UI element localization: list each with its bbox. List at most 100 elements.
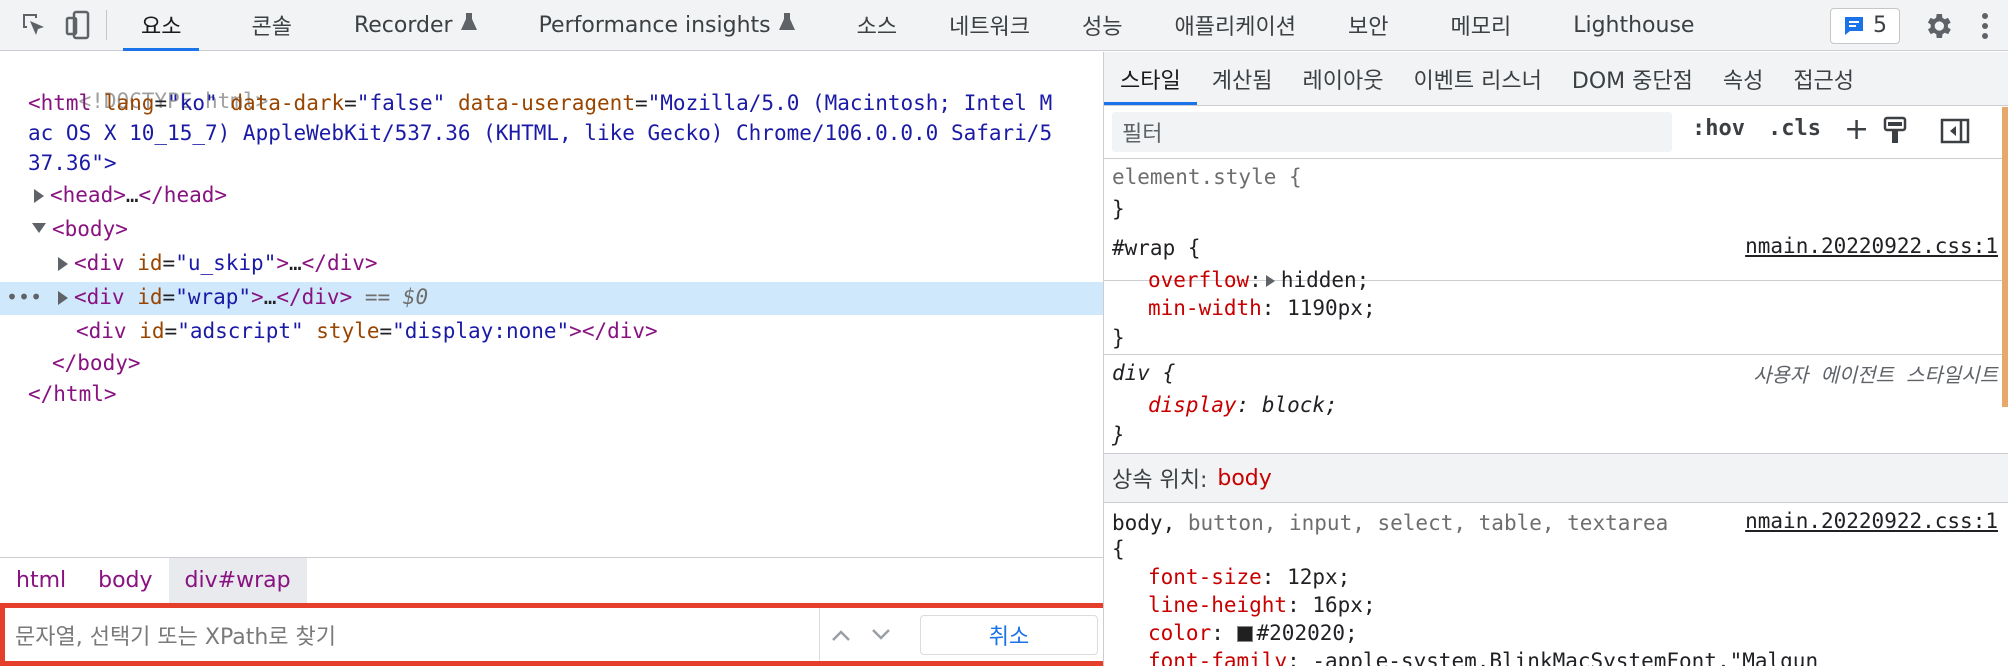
breadcrumb-item[interactable]: body (82, 558, 168, 603)
tab-label: Lighthouse (1573, 12, 1695, 38)
rule-close-brace: } (1112, 326, 1125, 350)
issues-count: 5 (1873, 13, 1887, 38)
div-selector[interactable]: div { (1112, 359, 1175, 387)
tab-label: 요소 (141, 15, 182, 40)
issues-icon (1845, 16, 1863, 35)
tab-1[interactable]: 콘솔 (251, 0, 291, 51)
panel-tabs: 요소 콘솔 Recorder Performance insights 소스 네트워크 성능… (117, 0, 1694, 51)
expand-triangle-icon[interactable] (58, 257, 68, 271)
breadcrumb-item[interactable]: html (0, 558, 82, 603)
body-fontsize-decl[interactable]: font-size: 12px; (1148, 563, 1350, 591)
expand-shorthand-icon[interactable] (1265, 275, 1275, 287)
sidebar-tab-4[interactable]: DOM 중단점 (1557, 52, 1708, 105)
cls-toggle[interactable]: .cls (1768, 116, 1821, 141)
tab-10[interactable]: Lighthouse (1573, 0, 1694, 51)
styles-scrollbar[interactable] (2002, 107, 2008, 407)
dom-node-html[interactable]: <html lang="ko" data-dark="false" data-u… (0, 88, 1103, 121)
tab-label: 콘솔 (251, 15, 292, 40)
tab-6[interactable]: 성능 (1082, 0, 1122, 51)
ua-stylesheet-label: 사용자 에이전트 스타일시트 (1753, 363, 1998, 387)
device-toolbar-icon[interactable] (56, 0, 100, 51)
search-prev-icon[interactable] (823, 618, 859, 652)
color-format-icon[interactable] (1882, 116, 1908, 150)
tab-label: 소스 (856, 15, 898, 40)
search-input[interactable]: 문자열, 선택기 또는 XPath로 찾기 (5, 608, 820, 661)
tab-label: 보안 (1347, 15, 1389, 40)
tab-label: 성능 (1082, 15, 1123, 40)
tab-label: Recorder (353, 12, 453, 38)
styles-pane: 스타일 계산됨 레이아웃 이벤트 리스너 DOM 중단점 속성 접근성 필터 :hov .c… (1104, 52, 2008, 666)
sidebar-tab-2[interactable]: 레이아웃 (1287, 52, 1398, 105)
tab-0[interactable]: 요소 (122, 0, 201, 51)
styles-filter-bar: 필터 :hov .cls + (1104, 106, 2008, 159)
body-fontfamily-decl[interactable]: font-family: -apple-system,BlinkMacSyste… (1148, 647, 1818, 666)
wrap-selector[interactable]: #wrap { (1112, 234, 1201, 262)
sidebar-tab-3[interactable]: 이벤트 리스너 (1398, 52, 1556, 105)
dom-node-doctype[interactable]: <!DOCTYPE html> (0, 56, 1103, 113)
wrap-overflow-decl[interactable]: overflow: hidden; (1148, 266, 1369, 294)
tab-label: 네트워크 (949, 15, 1031, 40)
sidebar-tabs: 스타일 계산됨 레이아웃 이벤트 리스너 DOM 중단점 속성 접근성 (1104, 52, 2008, 106)
devtools-toolbar: 요소 콘솔 Recorder Performance insights 소스 네트워크 성능… (0, 0, 2008, 51)
color-swatch[interactable] (1236, 626, 1253, 642)
rule-open-brace: { (1112, 537, 1125, 561)
toggle-sidebar-icon[interactable] (1940, 118, 1970, 148)
inherited-from-link[interactable]: body (1217, 466, 1271, 491)
wrap-source-link[interactable]: nmain.20220922.css:1 (1745, 234, 1998, 258)
dom-node-div-wrap[interactable]: ••• <div id="wrap">…</div> == $0 (0, 282, 1103, 315)
tab-label: Performance insights (538, 12, 771, 38)
sidebar-tab-6[interactable]: 접근성 (1778, 52, 1869, 105)
toolbar-divider (106, 10, 107, 40)
styles-filter-input[interactable]: 필터 (1112, 112, 1672, 152)
wrap-minwidth-decl[interactable]: min-width: 1190px; (1148, 294, 1376, 322)
dom-node-html-cont: ac OS X 10_15_7) AppleWebKit/537.36 (KHT… (28, 121, 1053, 145)
dom-node-div-u-skip[interactable]: <div id="u_skip">…</div> (0, 248, 1103, 281)
dom-node-div-adscript[interactable]: <div id="adscript" style="display:none">… (0, 316, 1103, 349)
more-options-icon[interactable] (1970, 6, 2000, 46)
body-lineheight-decl[interactable]: line-height: 16px; (1148, 591, 1376, 619)
rule-div-ua: div { 사용자 에이전트 스타일시트 display: block; } (1104, 355, 2008, 454)
tab-5[interactable]: 네트워크 (949, 0, 1030, 51)
body-source-link[interactable]: nmain.20220922.css:1 (1745, 509, 1998, 533)
experimental-flask-icon (460, 12, 477, 38)
expand-triangle-icon[interactable] (34, 189, 44, 203)
experimental-flask-icon (778, 12, 795, 38)
body-color-decl[interactable]: color: #202020; (1148, 619, 1358, 647)
inherited-from-header: 상속 위치: body (1104, 454, 2008, 503)
div-display-decl[interactable]: display: block; (1148, 391, 1338, 419)
search-next-icon[interactable] (863, 618, 899, 652)
new-rule-icon[interactable]: + (1844, 112, 1869, 147)
dom-node-body-close[interactable]: </body> (0, 348, 1103, 381)
expand-triangle-icon[interactable] (58, 291, 68, 305)
issues-button[interactable]: 5 (1830, 7, 1900, 44)
sidebar-tab-0[interactable]: 스타일 (1104, 52, 1197, 105)
element-style-selector[interactable]: element.style { (1112, 163, 1302, 191)
dom-node-head[interactable]: <head>…</head> (0, 180, 1103, 213)
inspect-element-icon[interactable] (12, 0, 56, 51)
rule-close-brace: } (1112, 423, 1125, 447)
dom-node-body[interactable]: <body> (0, 214, 1103, 247)
body-selector[interactable]: body, button, input, select, table, text… (1112, 509, 1668, 537)
cancel-button[interactable]: 취소 (920, 615, 1098, 655)
dom-node-html-close[interactable]: </html> (0, 379, 1103, 412)
rule-wrap: #wrap { nmain.20220922.css:1 overflow: hi… (1104, 230, 2008, 355)
tab-9[interactable]: 메모리 (1450, 0, 1511, 51)
tab-2[interactable]: Recorder (354, 0, 477, 51)
tab-8[interactable]: 보안 (1348, 0, 1388, 51)
dom-search-bar: 문자열, 선택기 또는 XPath로 찾기 취소 (0, 603, 1113, 666)
sidebar-tab-1[interactable]: 계산됨 (1197, 52, 1288, 105)
node-actions-icon[interactable]: ••• (6, 282, 42, 312)
tab-4[interactable]: 소스 (857, 0, 897, 51)
dom-tree: <!DOCTYPE html> <html lang="ko" data-dar… (0, 52, 1103, 557)
tab-label: 애플리케이션 (1174, 15, 1296, 40)
hov-toggle[interactable]: :hov (1692, 116, 1745, 141)
collapse-triangle-icon[interactable] (32, 223, 46, 233)
tab-3[interactable]: Performance insights (539, 0, 795, 51)
tab-label: 메모리 (1450, 15, 1512, 40)
breadcrumb-item[interactable]: div#wrap (168, 558, 307, 603)
sidebar-tab-5[interactable]: 속성 (1708, 52, 1778, 105)
rule-body: body, button, input, select, table, text… (1104, 503, 2008, 666)
settings-gear-icon[interactable] (1918, 6, 1958, 46)
tab-7[interactable]: 애플리케이션 (1175, 0, 1296, 51)
rule-close-brace: } (1112, 197, 1125, 221)
